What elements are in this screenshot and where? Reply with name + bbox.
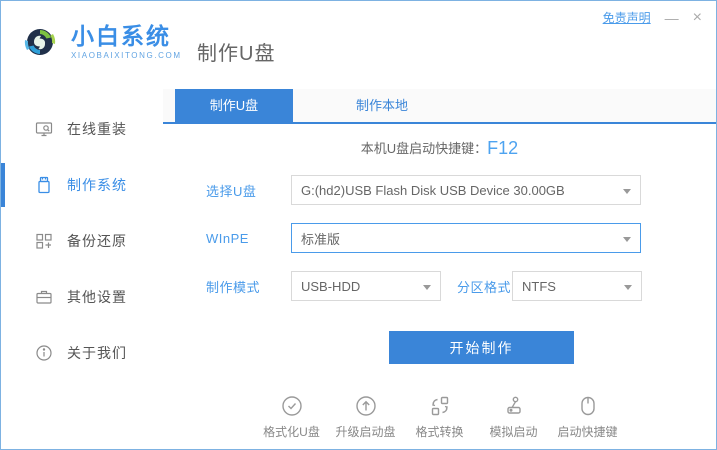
tool-format-usb[interactable]: 格式化U盘 xyxy=(260,392,324,440)
tool-label: 模拟启动 xyxy=(489,425,538,439)
winpe-select-label: WInPE xyxy=(206,230,249,246)
monitor-reinstall-icon xyxy=(35,120,53,138)
start-make-button[interactable]: 开始制作 xyxy=(389,331,574,364)
tool-label: 格式转换 xyxy=(415,425,464,439)
mode-select-dropdown[interactable]: USB-HDD xyxy=(291,271,441,301)
tool-label: 启动快捷键 xyxy=(557,425,618,439)
mode-select-label: 制作模式 xyxy=(206,279,261,295)
brand-swirl-icon xyxy=(17,19,63,65)
tool-label: 格式化U盘 xyxy=(263,425,320,439)
sidebar-item-other-settings[interactable]: 其他设置 xyxy=(1,269,163,325)
brand-text: 小白系统 XIAOBAIXITONG.COM xyxy=(71,23,182,60)
tool-simulate-boot[interactable]: 模拟启动 xyxy=(482,392,546,440)
footer-tools: 格式化U盘 升级启动盘 格式转换 模拟启动 启动快捷键 xyxy=(163,392,716,440)
active-indicator-bar xyxy=(1,163,5,207)
chevron-down-icon xyxy=(623,237,631,242)
sidebar: 在线重装 制作系统 备份还原 其他设置 关于我们 xyxy=(1,89,163,449)
partition-select-dropdown[interactable]: NTFS xyxy=(512,271,642,301)
joystick-icon xyxy=(502,392,526,418)
sidebar-item-label: 其他设置 xyxy=(67,289,127,305)
usb-select-value: G:(hd2)USB Flash Disk USB Device 30.00GB xyxy=(301,182,565,198)
tab-make-usb[interactable]: 制作U盘 xyxy=(175,89,293,122)
sidebar-item-backup-restore[interactable]: 备份还原 xyxy=(1,213,163,269)
format-check-icon xyxy=(280,392,304,418)
tool-upgrade-boot-disk[interactable]: 升级启动盘 xyxy=(334,392,398,440)
winpe-select-value: 标准版 xyxy=(301,231,341,247)
usb-make-icon xyxy=(35,176,53,194)
partition-select-label: 分区格式 xyxy=(457,279,512,295)
brand-name: 小白系统 xyxy=(71,23,171,50)
boot-hotkey-line: 本机U盘启动快捷键：F12 xyxy=(163,138,716,159)
minimize-button[interactable]: — xyxy=(665,11,679,25)
convert-icon xyxy=(428,392,452,418)
window-controls: 免责声明 — × xyxy=(603,9,702,26)
partition-select-value: NTFS xyxy=(522,278,556,294)
tool-label: 升级启动盘 xyxy=(335,425,396,439)
mode-select-value: USB-HDD xyxy=(301,278,361,294)
usb-select-label: 选择U盘 xyxy=(206,183,257,199)
mouse-icon xyxy=(576,392,600,418)
backup-grid-icon xyxy=(35,232,53,250)
winpe-select-dropdown[interactable]: 标准版 xyxy=(291,223,641,253)
brand-domain: XIAOBAIXITONG.COM xyxy=(71,50,182,60)
sidebar-item-label: 在线重装 xyxy=(67,121,127,137)
usb-select-dropdown[interactable]: G:(hd2)USB Flash Disk USB Device 30.00GB xyxy=(291,175,641,205)
chevron-down-icon xyxy=(423,285,431,290)
sidebar-item-about-us[interactable]: 关于我们 xyxy=(1,325,163,381)
winpe-select-row: WInPE 标准版 xyxy=(206,223,716,253)
sidebar-item-label: 备份还原 xyxy=(67,233,127,249)
sidebar-item-online-reinstall[interactable]: 在线重装 xyxy=(1,101,163,157)
boot-hotkey-value: F12 xyxy=(487,138,519,158)
tool-boot-hotkeys[interactable]: 启动快捷键 xyxy=(556,392,620,440)
info-icon xyxy=(35,344,53,362)
page-title: 制作U盘 xyxy=(197,43,276,65)
app-window: 小白系统 XIAOBAIXITONG.COM 制作U盘 免责声明 — × 在线重… xyxy=(0,0,717,450)
disclaimer-link[interactable]: 免责声明 xyxy=(603,9,651,26)
main-content: 制作U盘 制作本地 本机U盘启动快捷键：F12 选择U盘 G:(hd2)USB … xyxy=(163,89,716,449)
usb-select-row: 选择U盘 G:(hd2)USB Flash Disk USB Device 30… xyxy=(206,175,716,205)
tab-make-local[interactable]: 制作本地 xyxy=(323,89,441,122)
sidebar-item-make-system[interactable]: 制作系统 xyxy=(1,157,163,213)
sidebar-item-label: 关于我们 xyxy=(67,345,127,361)
logo: 小白系统 XIAOBAIXITONG.COM xyxy=(17,19,182,65)
briefcase-settings-icon xyxy=(35,288,53,306)
close-button[interactable]: × xyxy=(693,9,702,25)
make-usb-form: 选择U盘 G:(hd2)USB Flash Disk USB Device 30… xyxy=(206,175,716,364)
tool-format-convert[interactable]: 格式转换 xyxy=(408,392,472,440)
sidebar-item-label: 制作系统 xyxy=(67,177,127,193)
chevron-down-icon xyxy=(624,285,632,290)
header: 小白系统 XIAOBAIXITONG.COM 制作U盘 免责声明 — × xyxy=(1,1,716,89)
upgrade-arrow-icon xyxy=(354,392,378,418)
chevron-down-icon xyxy=(623,189,631,194)
tab-bar: 制作U盘 制作本地 xyxy=(163,89,716,124)
boot-hotkey-label: 本机U盘启动快捷键： xyxy=(360,141,488,156)
mode-partition-row: 制作模式 USB-HDD 分区格式 NTFS xyxy=(206,271,716,301)
